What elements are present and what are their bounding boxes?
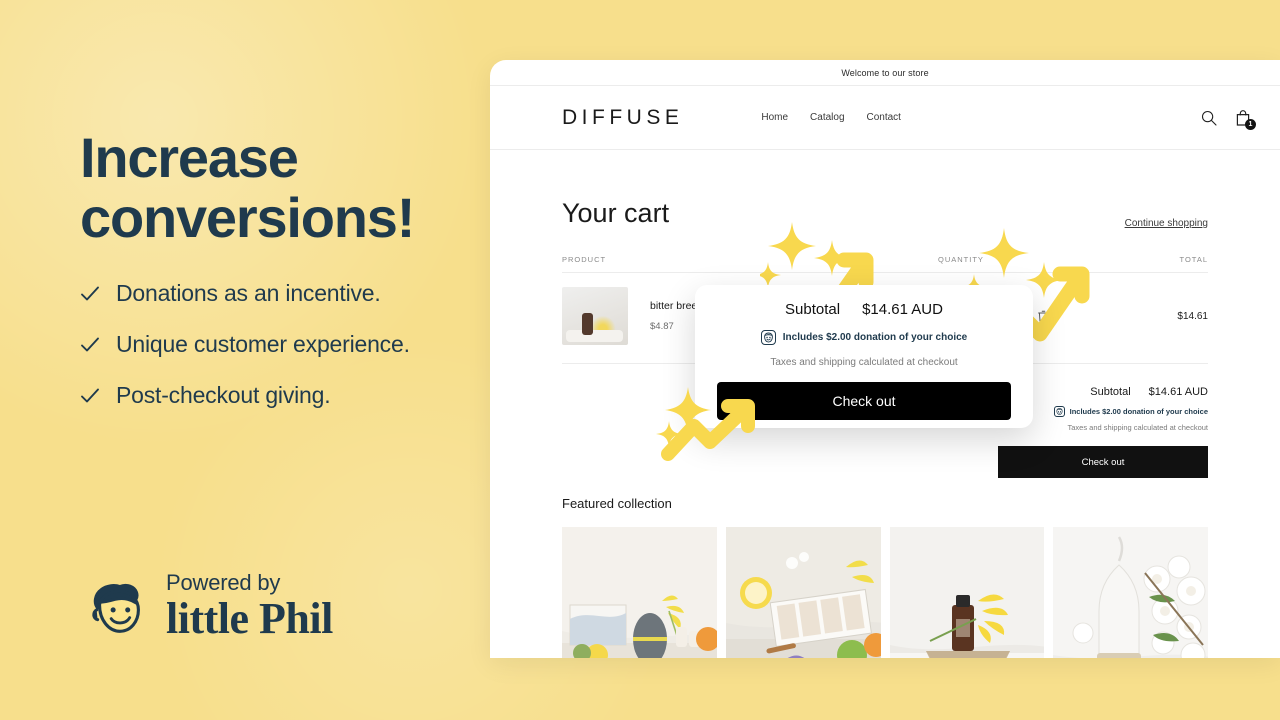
trash-icon[interactable] [1038, 310, 1049, 323]
modal-donation-note: Includes $2.00 donation of your choice [717, 330, 1011, 345]
benefit-label: Donations as an incentive. [116, 279, 381, 306]
column-header-total: TOTAL [1179, 255, 1208, 264]
store-brand-logo: DIFFUSE [562, 105, 684, 129]
benefit-item: Post-checkout giving. [80, 370, 500, 420]
benefits-list: Donations as an incentive. Unique custom… [80, 268, 500, 420]
benefit-label: Post-checkout giving. [116, 381, 331, 408]
page-title: Increase conversions! [80, 126, 480, 250]
product-image-soap-gift-set [725, 527, 881, 658]
check-icon [80, 284, 100, 304]
donation-subtotal-modal: Subtotal $14.61 AUD Includes $2.00 donat… [695, 285, 1033, 428]
summary-subtotal-value: $14.61 AUD [1148, 386, 1208, 398]
shopping-bag-icon[interactable]: 1 [1234, 109, 1256, 130]
modal-subtotal-row: Subtotal $14.61 AUD [717, 301, 1011, 318]
summary-tax-note: Taxes and shipping calculated at checkou… [1067, 423, 1208, 432]
summary-donation-text: Includes $2.00 donation of your choice [1069, 407, 1208, 416]
little-phil-boy-face-icon [1053, 406, 1065, 417]
nav-link-catalog[interactable]: Catalog [810, 112, 844, 123]
search-icon[interactable] [1200, 109, 1218, 127]
modal-tax-note: Taxes and shipping calculated at checkou… [770, 357, 958, 368]
cart-title: Your cart [562, 198, 670, 228]
check-icon [80, 335, 100, 355]
product-image-diffuser-gift-box [562, 527, 717, 658]
little-phil-boy-face-icon [84, 573, 152, 641]
row-total: $14.61 [1177, 310, 1208, 322]
product-image-essential-oil-bottle [889, 527, 1045, 658]
featured-collection-title: Featured collection [562, 496, 672, 511]
store-nav-links: Home Catalog Contact [761, 112, 901, 123]
product-card[interactable] [1053, 527, 1208, 658]
check-icon [80, 386, 100, 406]
summary-donation-note: Includes $2.00 donation of your choice [1053, 406, 1208, 417]
summary-subtotal-row: Subtotal $14.61 AUD [1090, 386, 1208, 398]
modal-subtotal-label: Subtotal [785, 301, 841, 318]
product-image-white-ceramic-diffuser [1053, 527, 1208, 658]
logo-powered-by: Powered by [166, 570, 281, 595]
benefit-item: Donations as an incentive. [80, 268, 500, 318]
little-phil-logo: Powered by little Phil [84, 572, 333, 641]
benefit-label: Unique customer experience. [116, 330, 410, 357]
product-card[interactable] [889, 527, 1045, 658]
cart-header: Your cart Continue shopping [562, 150, 1208, 229]
product-card[interactable] [725, 527, 881, 658]
headline-line-1: Increase [80, 126, 299, 189]
checkout-button[interactable]: Check out [998, 446, 1208, 478]
store-nav-actions: 1 [1200, 109, 1256, 130]
column-header-quantity: QUANTITY [938, 255, 984, 264]
cart-table-header: PRODUCT QUANTITY TOTAL [562, 229, 1208, 273]
featured-collection-grid [562, 527, 1208, 658]
announcement-bar: Welcome to our store [490, 60, 1280, 86]
modal-checkout-button[interactable]: Check out [717, 382, 1011, 420]
logo-brand-name: little Phil [166, 594, 333, 643]
summary-subtotal-label: Subtotal [1090, 386, 1131, 398]
modal-donation-text: Includes $2.00 donation of your choice [782, 332, 968, 343]
product-thumbnail[interactable] [562, 287, 628, 345]
logo-text: Powered by little Phil [166, 572, 333, 641]
continue-shopping-link[interactable]: Continue shopping [1125, 218, 1208, 229]
marketing-panel: Increase conversions! Donations as an in… [0, 0, 490, 720]
cart-count-badge: 1 [1245, 118, 1256, 130]
product-card[interactable] [562, 527, 717, 658]
modal-subtotal-value: $14.61 AUD [862, 301, 943, 318]
headline-line-2: conversions! [80, 186, 415, 250]
benefit-item: Unique customer experience. [80, 319, 500, 369]
nav-link-home[interactable]: Home [761, 112, 788, 123]
little-phil-boy-face-icon [760, 330, 776, 345]
column-header-product: PRODUCT [562, 255, 607, 264]
nav-link-contact[interactable]: Contact [867, 112, 901, 123]
store-navbar: DIFFUSE Home Catalog Contact 1 [490, 86, 1280, 150]
